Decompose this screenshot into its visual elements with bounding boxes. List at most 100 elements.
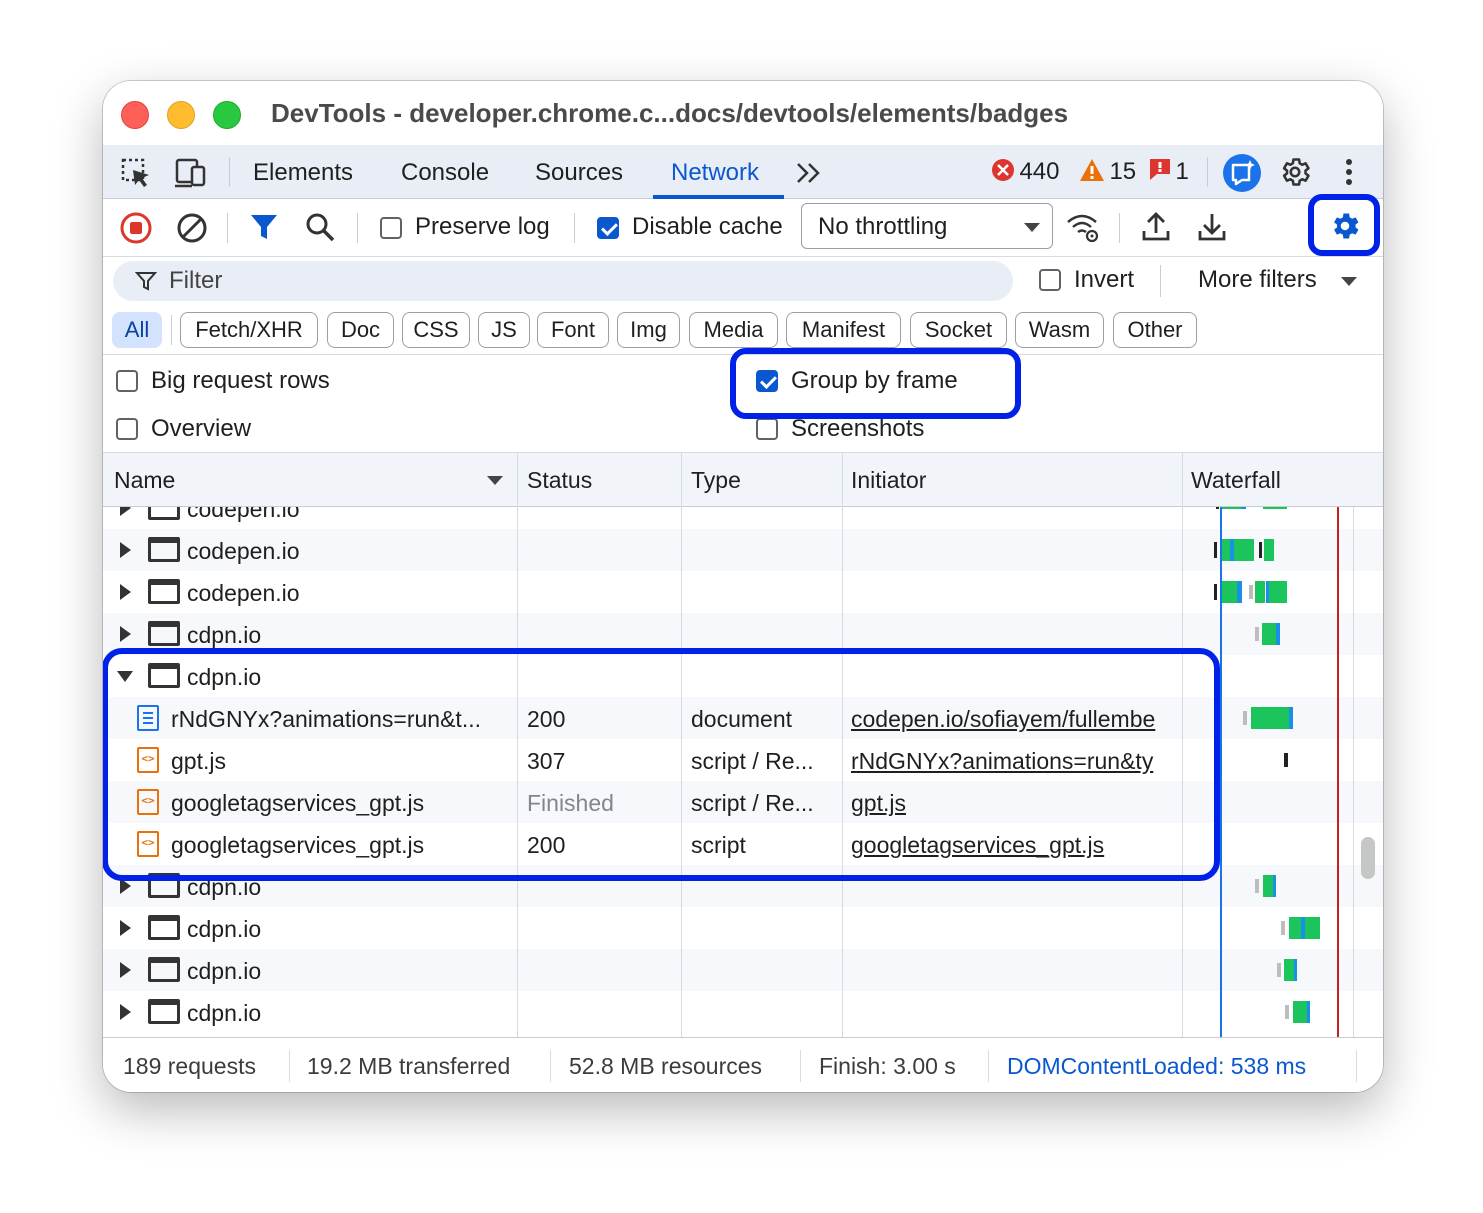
frame-group-row[interactable]: codepen.io <box>103 529 1383 571</box>
column-header-initiator[interactable]: Initiator <box>851 467 926 494</box>
expand-arrow-icon[interactable] <box>120 920 131 936</box>
type-filter-css[interactable]: CSS <box>402 312 470 348</box>
request-initiator-link[interactable]: codepen.io/sofiayem/fullembe <box>851 706 1181 733</box>
expand-arrow-icon[interactable] <box>120 507 131 516</box>
warnings-counter[interactable]: 15 <box>1079 158 1136 186</box>
type-filter-fetch-xhr[interactable]: Fetch/XHR <box>180 312 318 348</box>
column-divider[interactable] <box>681 453 682 1037</box>
screenshots-checkbox[interactable] <box>756 418 778 440</box>
toolbar-separator <box>229 157 230 187</box>
zoom-window-button[interactable] <box>213 101 241 129</box>
overview-checkbox[interactable] <box>116 418 138 440</box>
request-row[interactable]: <> googletagservices_gpt.js Finished scr… <box>103 781 1383 823</box>
expand-arrow-icon[interactable] <box>120 1004 131 1020</box>
frame-group-row-expanded[interactable]: cdpn.io <box>103 655 1383 697</box>
waterfall-tick <box>1284 753 1288 767</box>
expand-arrow-icon[interactable] <box>120 626 131 642</box>
column-header-type[interactable]: Type <box>691 467 741 494</box>
errors-counter[interactable]: 440 <box>991 158 1060 186</box>
frame-name: cdpn.io <box>187 958 262 984</box>
request-initiator-link[interactable]: rNdGNYx?animations=run&ty <box>851 748 1181 775</box>
tab-sources[interactable]: Sources <box>535 159 623 187</box>
column-header-status[interactable]: Status <box>527 467 592 494</box>
collapse-arrow-icon[interactable] <box>117 671 133 682</box>
more-options-icon[interactable] <box>1339 155 1359 189</box>
inspect-element-icon[interactable] <box>120 157 152 189</box>
expand-arrow-icon[interactable] <box>120 584 131 600</box>
type-filter-img[interactable]: Img <box>617 312 680 348</box>
throttling-select[interactable]: No throttling <box>801 203 1053 249</box>
type-filter-wasm[interactable]: Wasm <box>1015 312 1104 348</box>
more-filters-dropdown[interactable]: More filters <box>1198 266 1317 294</box>
column-divider[interactable] <box>1182 453 1183 1037</box>
column-header-waterfall[interactable]: Waterfall <box>1191 467 1281 494</box>
type-filter-media[interactable]: Media <box>689 312 778 348</box>
clear-log-icon[interactable] <box>175 211 209 245</box>
request-initiator-link[interactable]: googletagservices_gpt.js <box>851 832 1181 859</box>
request-name: googletagservices_gpt.js <box>171 832 425 858</box>
vertical-scrollbar-thumb[interactable] <box>1361 837 1375 879</box>
settings-gear-icon[interactable] <box>1278 155 1312 189</box>
filter-placeholder: Filter <box>169 267 223 294</box>
preserve-log-checkbox[interactable] <box>380 217 402 239</box>
request-initiator-link[interactable]: gpt.js <box>851 790 1181 817</box>
stop-recording-icon[interactable] <box>119 211 153 245</box>
request-row[interactable]: <> googletagservices_gpt.js 200 script g… <box>103 823 1383 865</box>
waterfall-bar-download <box>1241 507 1246 509</box>
type-filter-all[interactable]: All <box>112 312 162 348</box>
big-request-rows-checkbox[interactable] <box>116 370 138 392</box>
frame-group-row[interactable]: cdpn.io <box>103 949 1383 991</box>
expand-arrow-icon[interactable] <box>120 542 131 558</box>
column-divider[interactable] <box>842 453 843 1037</box>
more-tabs-chevron-icon[interactable] <box>795 161 823 185</box>
frame-icon <box>148 957 180 982</box>
invert-checkbox[interactable] <box>1039 269 1061 291</box>
preserve-log-label: Preserve log <box>415 213 550 240</box>
waterfall-bar-download <box>1289 707 1293 729</box>
request-row[interactable]: rNdGNYx?animations=run&t... 200 document… <box>103 697 1383 739</box>
network-settings-gear-icon[interactable] <box>1328 209 1362 243</box>
tab-console[interactable]: Console <box>401 159 489 187</box>
frame-group-row[interactable]: codepen.io <box>103 571 1383 613</box>
type-filter-socket[interactable]: Socket <box>910 312 1007 348</box>
filter-input[interactable]: Filter <box>113 261 1013 301</box>
type-filter-doc[interactable]: Doc <box>327 312 394 348</box>
device-toolbar-icon[interactable] <box>174 157 208 189</box>
waterfall-wait <box>1281 921 1285 935</box>
close-window-button[interactable] <box>121 101 149 129</box>
expand-arrow-icon[interactable] <box>120 962 131 978</box>
frame-group-row[interactable]: cdpn.io <box>103 907 1383 949</box>
tab-elements[interactable]: Elements <box>253 159 353 187</box>
waterfall-wait <box>1285 1005 1289 1019</box>
warning-icon <box>1080 159 1104 181</box>
type-filter-js[interactable]: JS <box>478 312 530 348</box>
tab-network[interactable]: Network <box>671 159 759 187</box>
column-divider[interactable] <box>517 453 518 1037</box>
network-conditions-icon[interactable] <box>1065 211 1101 245</box>
search-icon[interactable] <box>304 211 336 243</box>
type-filter-manifest[interactable]: Manifest <box>786 312 901 348</box>
expand-arrow-icon[interactable] <box>120 878 131 894</box>
waterfall-bar <box>1269 581 1287 603</box>
request-type: script <box>691 832 746 858</box>
disable-cache-checkbox[interactable] <box>597 217 619 239</box>
export-har-download-icon[interactable] <box>1197 211 1227 243</box>
type-filter-other[interactable]: Other <box>1113 312 1197 348</box>
ai-assistance-icon[interactable] <box>1222 153 1262 193</box>
info-counter[interactable]: 1 <box>1149 158 1189 186</box>
errors-count: 440 <box>1019 158 1060 185</box>
type-filter-font[interactable]: Font <box>537 312 609 348</box>
status-separator <box>550 1050 551 1082</box>
request-row[interactable]: <> gpt.js 307 script / Re... rNdGNYx?ani… <box>103 739 1383 781</box>
column-header-name[interactable]: Name <box>114 467 175 494</box>
group-by-frame-checkbox[interactable] <box>756 370 778 392</box>
frame-group-row[interactable]: cdpn.io <box>103 613 1383 655</box>
frame-group-row[interactable]: cdpn.io <box>103 865 1383 907</box>
minimize-window-button[interactable] <box>167 101 195 129</box>
toolbar-separator <box>1160 265 1161 297</box>
frame-group-row[interactable]: codepen.io <box>103 507 1383 529</box>
request-name: gpt.js <box>171 748 226 774</box>
frame-group-row[interactable]: cdpn.io <box>103 991 1383 1033</box>
import-har-upload-icon[interactable] <box>1141 211 1171 243</box>
filter-funnel-icon[interactable] <box>249 212 279 242</box>
